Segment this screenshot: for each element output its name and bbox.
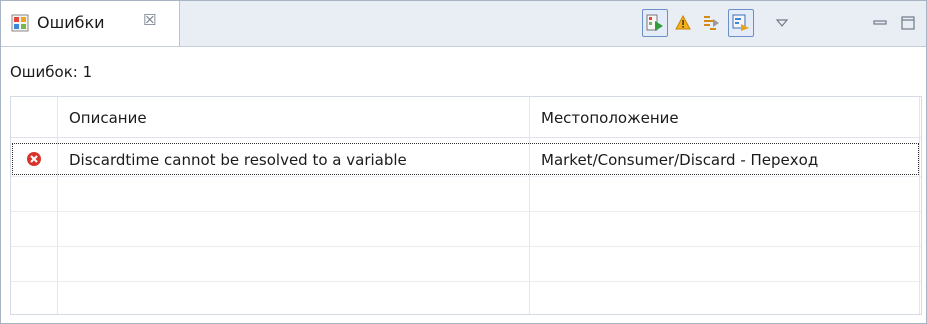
tab-title: Ошибки: [37, 13, 105, 32]
view-menu-icon: [775, 19, 789, 27]
cell-location: Market/Consumer/Discard - Переход: [541, 151, 819, 169]
run-button-icon: [646, 14, 663, 31]
view-tab-bar: Ошибки ☒: [1, 1, 926, 47]
link-with-editor-button[interactable]: [728, 9, 754, 37]
error-icon: [27, 152, 41, 166]
filter-icon: [704, 16, 719, 30]
view-menu-button[interactable]: [769, 9, 795, 37]
table-row-empty: [11, 282, 921, 314]
column-header-location[interactable]: Местоположение: [541, 97, 921, 137]
header-icon-column[interactable]: [11, 97, 58, 137]
problems-view: Ошибки ☒ Ошибок: 1 Описание Местоположен…: [0, 0, 927, 324]
run-button[interactable]: [642, 9, 668, 37]
link-with-editor-icon: [732, 14, 749, 31]
minimize-button[interactable]: [867, 9, 893, 37]
table-row-empty: [11, 247, 921, 282]
maximize-button[interactable]: [895, 9, 921, 37]
warning-icon: [675, 15, 691, 30]
close-tab-icon[interactable]: ☒: [143, 11, 156, 29]
tab-errors[interactable]: Ошибки ☒: [1, 1, 180, 46]
maximize-icon: [901, 16, 915, 30]
table-row[interactable]: Discardtime cannot be resolved to a vari…: [11, 142, 921, 177]
column-header-description[interactable]: Описание: [69, 97, 529, 137]
table-row-empty: [11, 177, 921, 212]
show-warnings-button[interactable]: [670, 9, 696, 37]
table-row-empty: [11, 212, 921, 247]
problems-view-icon: [11, 14, 29, 32]
filter-button[interactable]: [698, 9, 724, 37]
problems-table: Описание Местоположение Discardtime cann…: [10, 96, 922, 315]
minimize-icon: [873, 20, 887, 25]
error-count-label: Ошибок: 1: [10, 63, 93, 81]
cell-description: Discardtime cannot be resolved to a vari…: [69, 151, 407, 169]
table-header: Описание Местоположение: [11, 97, 921, 138]
